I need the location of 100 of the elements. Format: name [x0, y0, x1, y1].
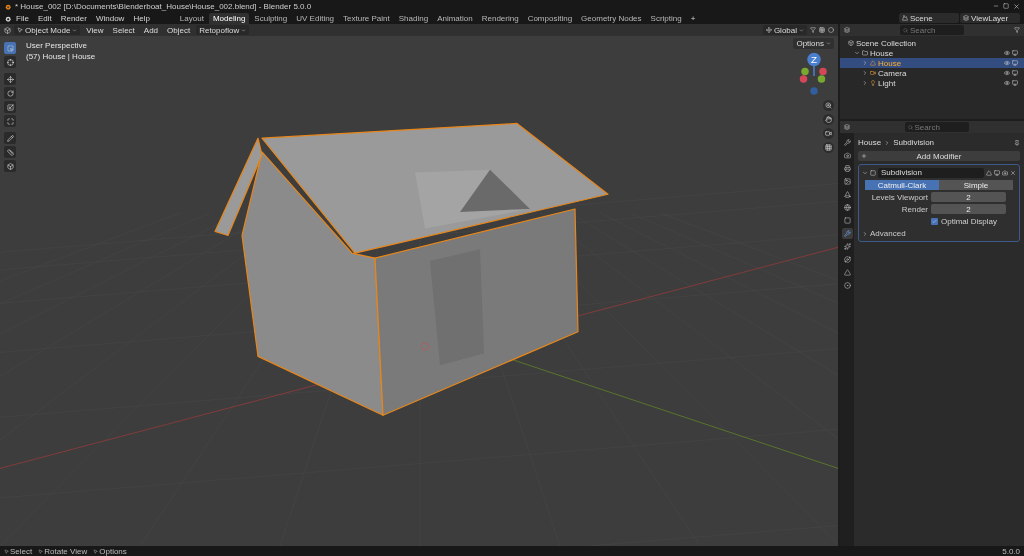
subdivision-type-option[interactable]: Catmull-Clark: [865, 180, 939, 190]
outliner-row[interactable]: Scene Collection: [840, 38, 1024, 48]
header-menu[interactable]: Object: [164, 25, 194, 35]
modifier-icon: [870, 169, 876, 176]
header-menu[interactable]: Select: [109, 25, 138, 35]
properties-tab[interactable]: [841, 189, 853, 200]
workspace-tab[interactable]: Scripting: [646, 12, 686, 24]
outliner-row[interactable]: House: [840, 58, 1024, 68]
properties-tab[interactable]: [841, 241, 853, 252]
header-menu[interactable]: View: [83, 25, 107, 35]
modifier-name-field[interactable]: Subdivision: [878, 167, 984, 178]
crosshair-icon: [6, 58, 14, 66]
search-field[interactable]: Search: [900, 25, 964, 35]
wrench-icon: [843, 230, 851, 237]
sparkles-icon: [843, 243, 851, 250]
triangle-icon: [843, 269, 851, 276]
shading-icon[interactable]: [828, 27, 834, 33]
layers-icon: [963, 15, 969, 21]
add-workspace-button[interactable]: +: [686, 13, 700, 23]
camera-view-button[interactable]: [823, 128, 834, 139]
bulb-icon: [870, 80, 876, 86]
tool-button[interactable]: [4, 146, 16, 158]
workspace-tab[interactable]: Rendering: [477, 12, 523, 24]
outliner-row[interactable]: Light: [840, 78, 1024, 88]
number-field[interactable]: 2: [931, 192, 1006, 202]
properties-tab[interactable]: [841, 254, 853, 265]
add-modifier-button[interactable]: Add Modifier: [858, 151, 1020, 161]
scene-selector[interactable]: Scene: [899, 13, 959, 23]
pan-button[interactable]: [823, 114, 834, 125]
editor-type-icon[interactable]: [844, 124, 850, 130]
workspace-tab[interactable]: Layout: [175, 12, 208, 24]
addon-dropdown[interactable]: Retopoflow: [196, 25, 250, 35]
options-dropdown[interactable]: Options: [793, 38, 834, 49]
editor-type-icon[interactable]: [4, 26, 11, 34]
workspace-tab[interactable]: Compositing: [523, 12, 577, 24]
subdivision-type-option[interactable]: Simple: [939, 180, 1013, 190]
render-icon: [1002, 169, 1008, 176]
axis-gizmo-drawing[interactable]: Z: [796, 52, 832, 97]
render-icon: [1012, 60, 1018, 66]
advanced-subpanel[interactable]: Advanced: [862, 228, 1016, 239]
filter-icon[interactable]: [1014, 27, 1020, 33]
zoom-icon: [825, 102, 832, 109]
header-menu[interactable]: Add: [140, 25, 162, 35]
display-mode-icon[interactable]: [844, 27, 850, 33]
properties-tab[interactable]: [841, 176, 853, 187]
close-icon[interactable]: [1013, 2, 1020, 10]
window-title: * House_002 [D:\Documents\Blenderboat_House\House_002.blend] - Blender 5.0.0: [15, 1, 313, 11]
workspace-tab[interactable]: Modeling: [208, 12, 250, 24]
workspace-tab[interactable]: UV Editing: [292, 12, 339, 24]
checkbox[interactable]: [931, 217, 938, 225]
orientation-dropdown[interactable]: Global: [762, 25, 807, 35]
image-icon: [843, 178, 851, 185]
axes-icon: [765, 27, 772, 33]
menu-item[interactable]: Help: [129, 13, 154, 23]
properties-tab[interactable]: [841, 137, 853, 148]
zoom-button[interactable]: [823, 100, 834, 111]
maximize-icon[interactable]: [1003, 3, 1009, 9]
eye-icon: [1004, 70, 1010, 76]
tool-button[interactable]: [4, 87, 16, 99]
outliner-row[interactable]: House: [840, 48, 1024, 58]
viewport-info-text: User Perspective: [26, 41, 88, 50]
menu-item[interactable]: Window: [91, 13, 129, 23]
properties-tab[interactable]: [841, 280, 853, 291]
workspace-tab[interactable]: Shading: [394, 12, 433, 24]
tool-button[interactable]: [4, 73, 16, 85]
tool-button[interactable]: [4, 115, 16, 127]
workspace-tab[interactable]: Geometry Nodes: [577, 12, 646, 24]
properties-tab[interactable]: [841, 267, 853, 278]
grid-view-button[interactable]: [823, 142, 834, 153]
3d-cursor-icon: [421, 342, 429, 351]
workspace-tab[interactable]: Texture Paint: [339, 12, 394, 24]
properties-tab[interactable]: [841, 163, 853, 174]
delete-icon[interactable]: [1010, 169, 1016, 176]
tool-button[interactable]: [4, 56, 16, 68]
menu-item[interactable]: Edit: [33, 13, 56, 23]
status-hint: Options: [93, 546, 127, 556]
tool-button[interactable]: [4, 160, 16, 172]
number-field[interactable]: 2: [931, 204, 1006, 214]
properties-tab[interactable]: [841, 202, 853, 213]
view-layer-selector[interactable]: ViewLayer: [960, 13, 1020, 23]
workspace-tab[interactable]: Sculpting: [250, 12, 292, 24]
pin-icon[interactable]: [1014, 139, 1020, 146]
mode-dropdown[interactable]: Object Mode: [14, 25, 81, 35]
tool-button[interactable]: [4, 132, 16, 144]
properties-tab[interactable]: [841, 215, 853, 226]
tool-button[interactable]: [4, 42, 16, 54]
properties-tab[interactable]: [841, 150, 853, 161]
properties-tab[interactable]: [841, 228, 853, 239]
menu-item[interactable]: File: [12, 13, 33, 23]
workspace-tab[interactable]: Animation: [433, 12, 477, 24]
menu-item[interactable]: Render: [56, 13, 91, 23]
outliner-row[interactable]: Camera: [840, 68, 1024, 78]
search-field[interactable]: Search: [904, 122, 969, 132]
orbit-icon: [843, 256, 851, 263]
breadcrumb-item: House: [858, 138, 882, 147]
overlay-icon[interactable]: [819, 27, 825, 33]
tool-button[interactable]: [4, 101, 16, 113]
mouse-icon: [38, 548, 44, 554]
transform-icon: [6, 117, 14, 125]
panel-toggle[interactable]: [862, 169, 868, 176]
